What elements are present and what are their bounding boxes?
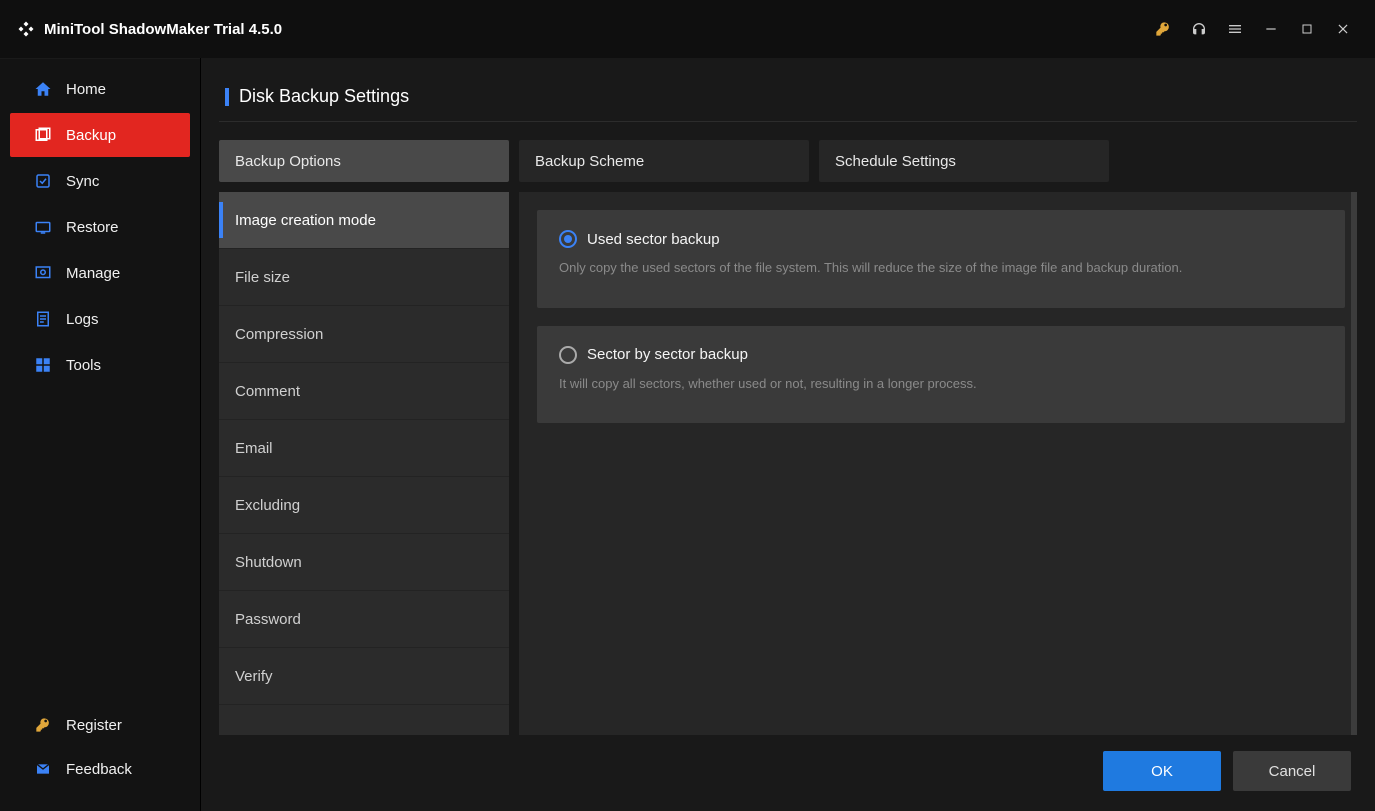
sidebar-item-label: Register [66, 717, 122, 734]
tools-icon [34, 356, 52, 374]
option-image-creation-mode[interactable]: Image creation mode [219, 192, 509, 249]
sidebar-item-label: Feedback [66, 761, 132, 778]
mail-icon [34, 760, 52, 778]
sidebar-item-tools[interactable]: Tools [10, 343, 190, 387]
sync-icon [34, 172, 52, 190]
option-shutdown[interactable]: Shutdown [219, 534, 509, 591]
radio-description: Only copy the used sectors of the file s… [559, 258, 1323, 278]
maximize-icon[interactable] [1291, 13, 1323, 45]
app-logo-icon [16, 19, 36, 39]
page-title: Disk Backup Settings [239, 86, 409, 107]
sidebar-item-label: Backup [66, 127, 116, 144]
sidebar-item-home[interactable]: Home [10, 67, 190, 111]
option-compression[interactable]: Compression [219, 306, 509, 363]
option-email[interactable]: Email [219, 420, 509, 477]
sidebar-item-feedback[interactable]: Feedback [10, 747, 190, 791]
option-comment[interactable]: Comment [219, 363, 509, 420]
backup-icon [34, 126, 52, 144]
menu-icon[interactable] [1219, 13, 1251, 45]
headphones-icon[interactable] [1183, 13, 1215, 45]
radio-card-used-sector[interactable]: Used sector backup Only copy the used se… [537, 210, 1345, 308]
sidebar-item-sync[interactable]: Sync [10, 159, 190, 203]
key-icon[interactable] [1147, 13, 1179, 45]
radio-card-sector-by-sector[interactable]: Sector by sector backup It will copy all… [537, 326, 1345, 424]
option-verify[interactable]: Verify [219, 648, 509, 705]
key-icon [34, 716, 52, 734]
tab-backup-options[interactable]: Backup Options [219, 140, 509, 182]
app-title: MiniTool ShadowMaker Trial 4.5.0 [44, 21, 282, 38]
page-title-row: Disk Backup Settings [219, 86, 1357, 122]
sidebar-item-label: Sync [66, 173, 99, 190]
sidebar: Home Backup Sync Restore Manage [0, 58, 200, 811]
radio-description: It will copy all sectors, whether used o… [559, 374, 1323, 394]
option-content: Used sector backup Only copy the used se… [519, 192, 1357, 735]
logs-icon [34, 310, 52, 328]
option-list: Image creation mode File size Compressio… [219, 192, 509, 735]
sidebar-item-restore[interactable]: Restore [10, 205, 190, 249]
sidebar-item-manage[interactable]: Manage [10, 251, 190, 295]
sidebar-item-label: Tools [66, 357, 101, 374]
close-icon[interactable] [1327, 13, 1359, 45]
restore-icon [34, 218, 52, 236]
sidebar-item-label: Manage [66, 265, 120, 282]
sidebar-item-backup[interactable]: Backup [10, 113, 190, 157]
minimize-icon[interactable] [1255, 13, 1287, 45]
manage-icon [34, 264, 52, 282]
radio-icon[interactable] [559, 346, 577, 364]
tab-backup-scheme[interactable]: Backup Scheme [519, 140, 809, 182]
page-title-accent [225, 88, 229, 106]
radio-label: Used sector backup [587, 231, 720, 248]
ok-button[interactable]: OK [1103, 751, 1221, 791]
cancel-button[interactable]: Cancel [1233, 751, 1351, 791]
sidebar-item-logs[interactable]: Logs [10, 297, 190, 341]
radio-label: Sector by sector backup [587, 346, 748, 363]
sidebar-item-label: Restore [66, 219, 119, 236]
option-password[interactable]: Password [219, 591, 509, 648]
home-icon [34, 80, 52, 98]
sidebar-item-label: Logs [66, 311, 99, 328]
option-excluding[interactable]: Excluding [219, 477, 509, 534]
titlebar: MiniTool ShadowMaker Trial 4.5.0 [0, 0, 1375, 58]
sidebar-item-register[interactable]: Register [10, 703, 190, 747]
radio-icon[interactable] [559, 230, 577, 248]
main-panel: Disk Backup Settings Backup Options Back… [200, 58, 1375, 811]
sidebar-item-label: Home [66, 81, 106, 98]
tab-schedule-settings[interactable]: Schedule Settings [819, 140, 1109, 182]
option-file-size[interactable]: File size [219, 249, 509, 306]
footer-buttons: OK Cancel [219, 735, 1357, 801]
